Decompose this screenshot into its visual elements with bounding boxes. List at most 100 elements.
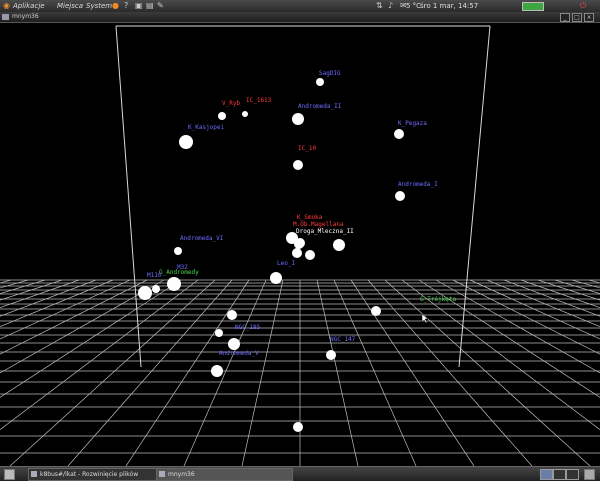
room-edge-left (115, 25, 142, 368)
galaxy-dot[interactable] (326, 350, 336, 360)
galaxy-dot (227, 310, 237, 320)
launcher-icon[interactable]: ▣ (135, 1, 143, 11)
galaxy-dot[interactable] (293, 160, 303, 170)
galaxy-label: NGC_147 (330, 336, 356, 343)
bottom-panel: k8bus#/lkat - Rozwinięcie plików mnym36 (0, 466, 600, 481)
taskbar-item-label: mnym36 (168, 471, 195, 478)
galaxy-3d-viewport[interactable]: SagDIG IC_1613 V_Ryb Andromeda_II K_Kasjopei… (0, 23, 600, 466)
grid-column-line (367, 279, 533, 466)
galaxy-dot[interactable] (270, 272, 282, 284)
window-title-bar[interactable]: mnym36 _ □ × (0, 12, 600, 23)
distro-logo-icon[interactable]: ◉ (3, 1, 10, 11)
firefox-icon[interactable]: ● (112, 1, 119, 11)
galaxy-label: K_Pegaza (398, 120, 427, 127)
menu-applications[interactable]: Aplikacje (13, 0, 45, 12)
folder-icon (31, 471, 37, 477)
close-button[interactable]: × (584, 13, 594, 22)
galaxy-dot[interactable] (152, 285, 160, 293)
menu-system[interactable]: System (86, 0, 112, 12)
grid-column-line (469, 279, 600, 340)
floor-grid (0, 279, 600, 466)
galaxy-label: G_Trójkąta (420, 296, 457, 303)
scene-canvas[interactable]: SagDIG IC_1613 V_Ryb Andromeda_II K_Kasjopei… (0, 23, 600, 466)
grid-column-line (537, 279, 600, 301)
galaxy-dot[interactable] (174, 247, 182, 255)
galaxy-dot (293, 422, 303, 432)
galaxy-label: Andromeda_VI (180, 235, 224, 242)
galaxy-dot[interactable] (228, 338, 240, 350)
clock[interactable]: śro 1 mar, 14:57 (420, 0, 478, 12)
grid-column-line (241, 279, 284, 466)
terminal-icon[interactable]: ▤ (146, 1, 154, 11)
show-desktop-icon[interactable] (4, 469, 15, 480)
grid-column-line (486, 279, 600, 327)
grid-column-line (0, 279, 63, 301)
grid-column-line (183, 279, 267, 466)
grid-column-line (418, 279, 600, 398)
galaxy-dot (292, 248, 302, 258)
galaxy-label: Andromeda_V (219, 350, 259, 357)
taskbar-item-file-manager[interactable]: k8bus#/lkat - Rozwinięcie plików (28, 468, 165, 481)
galaxy-dot[interactable] (138, 286, 152, 300)
galaxy-dot[interactable] (316, 78, 324, 86)
grid-column-line (0, 279, 165, 374)
grid-column-line (588, 279, 600, 284)
galaxy-label: IC_1613 (246, 97, 272, 104)
galaxy-points: SagDIG IC_1613 V_Ryb Andromeda_II K_Kasjopei… (138, 70, 457, 432)
grid-column-line (520, 279, 600, 308)
galaxy-label: Droga_Mleczna_II (296, 228, 354, 235)
galaxy-label: IC_10 (298, 145, 316, 152)
galaxy-label: G_Andromedy (159, 269, 199, 276)
workspace-switcher-1[interactable] (540, 469, 553, 480)
galaxy-dot[interactable] (242, 111, 248, 117)
grid-column-line (503, 279, 600, 317)
galaxy-label: V_Ryb (222, 100, 240, 107)
window-title: mnym36 (12, 13, 39, 20)
galaxy-dot[interactable] (371, 306, 381, 316)
galaxy-dot[interactable] (394, 129, 404, 139)
galaxy-dot[interactable] (179, 135, 193, 149)
grid-column-line (571, 279, 600, 289)
menu-places[interactable]: Miejsca (57, 0, 83, 12)
galaxy-dot[interactable] (211, 365, 223, 377)
grid-column-line (0, 279, 97, 317)
grid-column-line (316, 279, 359, 466)
grid-column-line (435, 279, 600, 374)
galaxy-label: SagDIG (319, 70, 341, 77)
grid-column-line (125, 279, 250, 466)
galaxy-label: Andromeda_I (398, 181, 438, 188)
volume-icon[interactable]: ♪ (388, 1, 393, 11)
network-icon[interactable]: ⇅ (376, 1, 383, 11)
grid-column-line (0, 279, 12, 284)
grid-column-line (350, 279, 475, 466)
workspace-switcher-2[interactable] (553, 469, 566, 480)
galaxy-dot[interactable] (292, 113, 304, 125)
grid-column-line (0, 279, 80, 308)
grid-column-line (9, 279, 216, 466)
galaxy-dot[interactable] (395, 191, 405, 201)
galaxy-dot[interactable] (167, 277, 181, 291)
maximize-button[interactable]: □ (572, 13, 582, 22)
galaxy-dot[interactable] (295, 238, 305, 248)
galaxy-label: K_Kasjopei (188, 124, 225, 131)
taskbar-item-label: k8bus#/lkat - Rozwinięcie plików (40, 471, 139, 478)
grid-column-line (67, 279, 233, 466)
galaxy-dot (305, 250, 315, 260)
trash-icon[interactable] (584, 469, 595, 480)
window-menu-icon[interactable] (2, 14, 9, 20)
galaxy-dot[interactable] (218, 112, 226, 120)
minimize-button[interactable]: _ (560, 13, 570, 22)
logout-icon[interactable]: ⏻ (580, 1, 586, 11)
galaxy-label: M.Ob.Magellana (293, 221, 344, 228)
help-icon[interactable]: ? (124, 1, 128, 11)
workspace-switcher-3[interactable] (566, 469, 579, 480)
galaxy-label: NGC_185 (235, 324, 261, 331)
galaxy-dot[interactable] (333, 239, 345, 251)
grid-column-line (0, 279, 199, 431)
taskbar-item-mnym36[interactable]: mnym36 (156, 468, 293, 481)
grid-column-line (0, 279, 114, 327)
grid-column-line (0, 279, 182, 398)
editor-icon[interactable]: ✎ (157, 1, 164, 11)
grid-column-line (384, 279, 591, 466)
weather-readout[interactable]: 5 °C (406, 0, 421, 12)
